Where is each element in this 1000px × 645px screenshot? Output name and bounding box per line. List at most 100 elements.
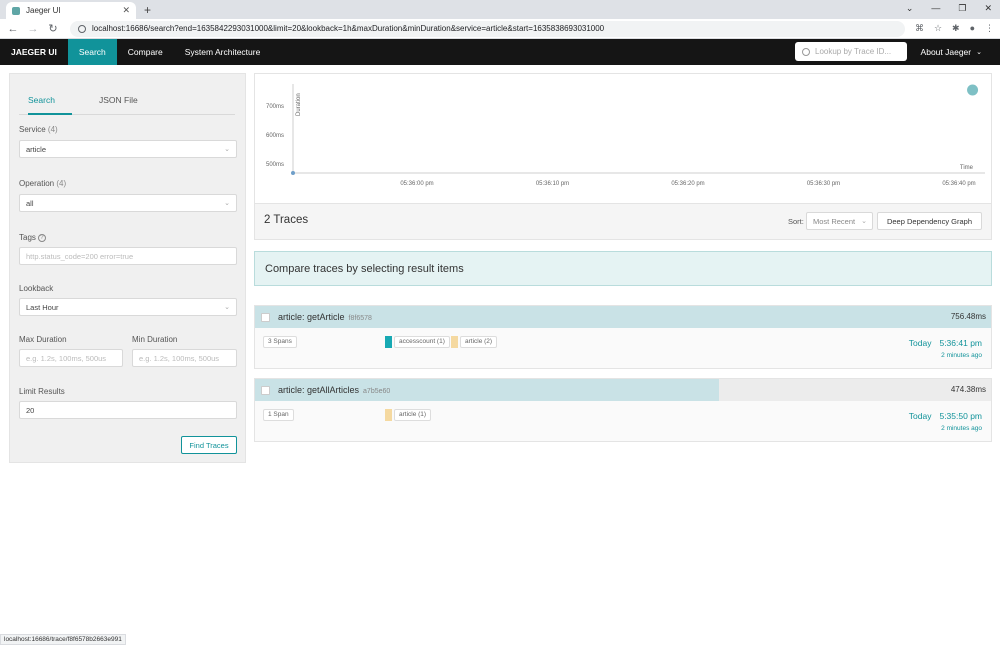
about-jaeger-menu[interactable]: About Jaeger ⌄ xyxy=(921,39,982,65)
scatter-svg: 700ms 600ms 500ms Duration 05:36:00 pm 05:36:… xyxy=(266,84,985,187)
tags-input[interactable]: http.status_code=200 error=true xyxy=(19,247,237,265)
trace-select-checkbox[interactable] xyxy=(261,313,270,322)
nav-search[interactable]: Search xyxy=(67,39,117,65)
search-tabs: Search JSON File xyxy=(19,89,235,115)
service-tag-label: accesscount (1) xyxy=(394,336,450,348)
service-label: Service (4) xyxy=(19,125,58,134)
deep-dependency-graph-button[interactable]: Deep Dependency Graph xyxy=(877,212,982,230)
trace-duration: 474.38ms xyxy=(950,385,986,394)
x-tick-label: 05:36:10 pm xyxy=(536,181,569,187)
reload-icon[interactable]: ↻ xyxy=(46,22,60,35)
tags-label: Tags? xyxy=(19,233,46,242)
sort-value: Most Recent xyxy=(813,217,856,226)
trace-id: a7b5e60 xyxy=(363,388,391,395)
x-axis-label: Time xyxy=(960,165,974,171)
lookback-select[interactable]: Last Hour ⌄ xyxy=(19,298,237,316)
profile-icon[interactable]: ● xyxy=(970,23,975,34)
trace-duration: 756.48ms xyxy=(950,312,986,321)
max-duration-placeholder: e.g. 1.2s, 100ms, 500us xyxy=(26,353,107,363)
trace-card-header[interactable]: article: getAllArticles a7b5e60 474.38ms xyxy=(255,379,991,401)
trace-result-card[interactable]: article: getArticle f8f6578 756.48ms 3 Sp… xyxy=(254,305,992,369)
operation-label: Operation (4) xyxy=(19,179,67,188)
trace-card-header[interactable]: article: getArticle f8f6578 756.48ms xyxy=(255,306,991,328)
span-count-tag: 1 Span xyxy=(263,409,294,421)
tags-placeholder: http.status_code=200 error=true xyxy=(26,251,134,261)
lookback-label: Lookback xyxy=(19,284,54,293)
x-tick-label: 05:36:00 pm xyxy=(400,181,433,187)
lookback-value: Last Hour xyxy=(26,302,59,312)
trace-name[interactable]: article: getAllArticles a7b5e60 xyxy=(278,385,390,395)
close-tab-icon[interactable]: ✕ xyxy=(122,5,130,16)
info-icon[interactable] xyxy=(78,24,86,33)
service-tag-label: article (2) xyxy=(460,336,498,348)
chevron-down-icon: ⌄ xyxy=(224,146,230,153)
operation-value: all xyxy=(26,198,34,208)
browser-status-bar: localhost:16686/trace/f8f6578b2663e991 xyxy=(0,634,126,645)
tab-search[interactable]: Search xyxy=(28,95,55,105)
traces-count: 2 Traces xyxy=(264,214,309,226)
close-window-icon[interactable]: ✕ xyxy=(984,3,992,14)
x-tick-label: 05:36:40 pm xyxy=(942,181,975,187)
trace-scatter-plot: 700ms 600ms 500ms Duration 05:36:00 pm 05:36:… xyxy=(254,73,992,204)
address-bar: ← → ↻ localhost:16686/search?end=1635842… xyxy=(0,19,1000,39)
results-header: 2 Traces Sort: Most Recent ⌄ Deep Depend… xyxy=(254,204,992,240)
trace-point xyxy=(967,84,979,96)
span-count-tag: 3 Spans xyxy=(263,336,297,348)
limit-results-input[interactable]: 20 xyxy=(19,401,237,419)
browser-toolbar-icons: ⌘ ☆ ✱ ● ⋮ xyxy=(915,23,994,34)
window-controls: ⌄ — ❐ ✕ xyxy=(906,3,992,14)
browser-tabbar: Jaeger UI ✕ + ⌄ — ❐ ✕ xyxy=(0,0,1000,19)
active-tab-indicator xyxy=(28,113,72,115)
restore-icon[interactable]: ❐ xyxy=(958,3,966,14)
service-select[interactable]: article ⌄ xyxy=(19,140,237,158)
menu-icon[interactable]: ⋮ xyxy=(985,23,994,34)
trace-result-card[interactable]: article: getAllArticles a7b5e60 474.38ms … xyxy=(254,378,992,442)
limit-results-label: Limit Results xyxy=(19,387,65,396)
service-color-swatch xyxy=(385,336,392,348)
extensions-icon[interactable]: ✱ xyxy=(952,23,960,34)
x-tick-label: 05:36:20 pm xyxy=(671,181,704,187)
service-tag: accesscount (1) xyxy=(385,336,450,348)
nav-system-architecture[interactable]: System Architecture xyxy=(174,39,272,65)
nav-compare[interactable]: Compare xyxy=(117,39,174,65)
trace-lookup-placeholder: Lookup by Trace ID... xyxy=(815,47,892,56)
service-color-swatch xyxy=(451,336,458,348)
y-axis-label: Duration xyxy=(296,93,302,116)
forward-icon[interactable]: → xyxy=(26,23,40,35)
trace-relative-time: 2 minutes ago xyxy=(941,352,982,359)
operation-select[interactable]: all ⌄ xyxy=(19,194,237,212)
new-tab-icon[interactable]: + xyxy=(144,3,151,17)
brand-logo[interactable]: JAEGER UI xyxy=(0,39,68,65)
chevron-down-icon: ⌄ xyxy=(976,49,982,56)
url-text: localhost:16686/search?end=1635842293031… xyxy=(92,24,605,33)
trace-id-lookup-input[interactable]: Lookup by Trace ID... xyxy=(795,42,907,61)
find-traces-button[interactable]: Find Traces xyxy=(181,436,237,454)
y-tick-label: 500ms xyxy=(266,162,284,168)
url-field[interactable]: localhost:16686/search?end=1635842293031… xyxy=(70,20,905,37)
back-icon[interactable]: ← xyxy=(6,23,20,35)
sort-select[interactable]: Most Recent ⌄ xyxy=(806,212,873,230)
search-form: Search JSON File Service (4) article ⌄ O… xyxy=(9,73,246,463)
compare-banner: Compare traces by selecting result items xyxy=(254,251,992,286)
star-icon[interactable]: ☆ xyxy=(934,23,942,34)
service-tag: article (2) xyxy=(451,336,498,348)
browser-tab[interactable]: Jaeger UI ✕ xyxy=(6,2,136,19)
min-duration-input[interactable]: e.g. 1.2s, 100ms, 500us xyxy=(132,349,237,367)
help-icon[interactable]: ? xyxy=(37,233,46,242)
tab-json-file[interactable]: JSON File xyxy=(99,95,138,105)
top-nav: JAEGER UI Search Compare System Architec… xyxy=(0,39,1000,65)
trace-point xyxy=(291,171,295,175)
chevron-down-icon: ⌄ xyxy=(224,304,230,311)
chevron-down-icon[interactable]: ⌄ xyxy=(906,3,914,14)
trace-start-time: Today 5:36:41 pm xyxy=(908,338,982,348)
trace-select-checkbox[interactable] xyxy=(261,386,270,395)
minimize-icon[interactable]: — xyxy=(931,3,940,14)
trace-name[interactable]: article: getArticle f8f6578 xyxy=(278,312,372,322)
y-tick-label: 700ms xyxy=(266,104,284,110)
about-label: About Jaeger xyxy=(920,47,972,57)
translate-icon[interactable]: ⌘ xyxy=(915,23,924,34)
trace-start-time: Today 5:35:50 pm xyxy=(908,411,982,421)
max-duration-input[interactable]: e.g. 1.2s, 100ms, 500us xyxy=(19,349,123,367)
limit-value: 20 xyxy=(26,405,35,415)
max-duration-label: Max Duration xyxy=(19,335,67,344)
